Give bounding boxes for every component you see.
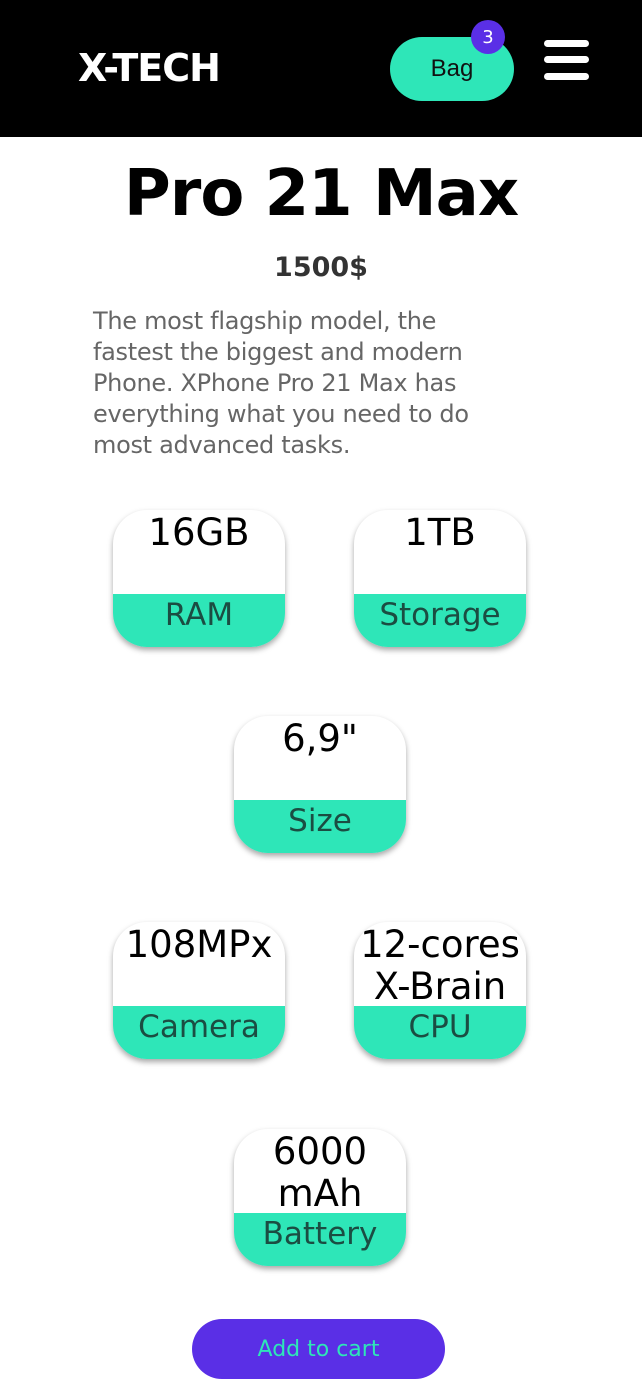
logo[interactable]: X-TECH (78, 44, 221, 92)
spec-value: 6000 mAh (272, 1130, 368, 1215)
spec-value: 12-cores X-Brain (360, 923, 520, 1008)
bag-button-label: Bag (430, 55, 474, 82)
spec-card-storage: 1TB Storage (354, 510, 526, 647)
bag-count-badge: 3 (471, 20, 505, 54)
spec-value: 1TB (404, 511, 476, 554)
menu-bar (544, 56, 589, 63)
spec-label: Size (234, 800, 406, 853)
product-price: 1500$ (274, 252, 368, 283)
spec-value: 108MPx (125, 923, 273, 966)
spec-label: Camera (113, 1006, 285, 1059)
menu-bar (544, 73, 589, 80)
menu-bar (544, 40, 589, 47)
spec-value: 16GB (148, 511, 250, 554)
product-description: The most flagship model, the fastest the… (93, 307, 469, 459)
hamburger-menu-icon[interactable] (544, 40, 589, 80)
spec-label: CPU (354, 1006, 526, 1059)
product-title: Pro 21 Max (123, 157, 519, 231)
spec-card-cpu: 12-cores X-Brain CPU (354, 922, 526, 1059)
spec-label: Battery (234, 1213, 406, 1266)
site-header: X-TECH Bag 3 (0, 0, 642, 137)
add-to-cart-button[interactable]: Add to cart (192, 1319, 445, 1379)
spec-label: RAM (113, 594, 285, 647)
spec-value: 6,9" (282, 717, 358, 760)
spec-label: Storage (354, 594, 526, 647)
spec-card-battery: 6000 mAh Battery (234, 1129, 406, 1266)
spec-card-camera: 108MPx Camera (113, 922, 285, 1059)
spec-card-size: 6,9" Size (234, 716, 406, 853)
spec-card-ram: 16GB RAM (113, 510, 285, 647)
